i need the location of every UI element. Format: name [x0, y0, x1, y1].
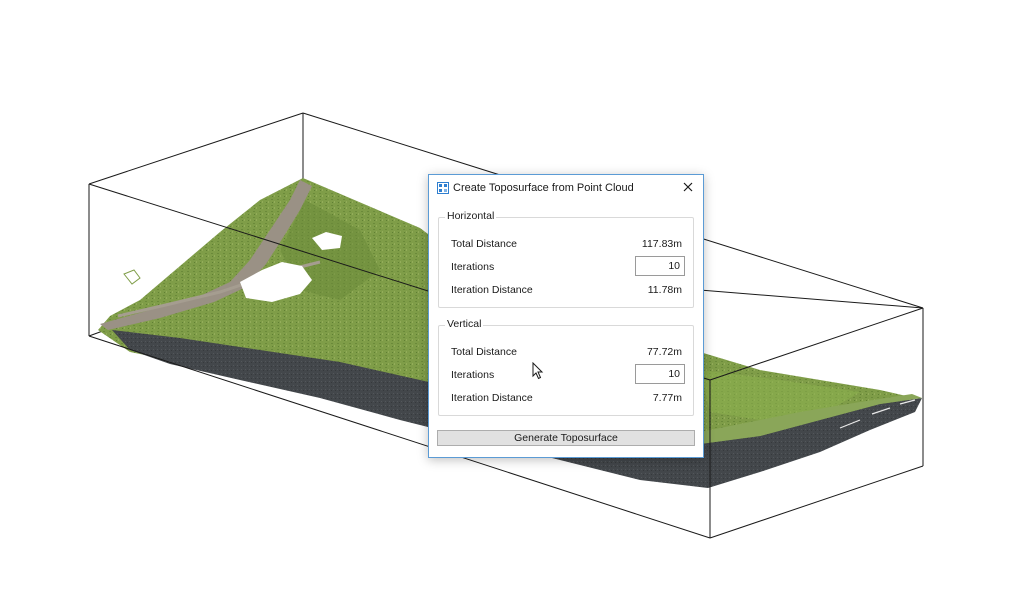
vertical-group: Vertical Total Distance 77.72m Iteration…: [438, 318, 694, 416]
create-toposurface-dialog: Create Toposurface from Point Cloud Hori…: [428, 174, 704, 458]
close-icon[interactable]: [681, 180, 695, 194]
vertical-iterations-label: Iterations: [451, 369, 495, 381]
vertical-iteration-distance-value: 7.77m: [652, 392, 682, 404]
vertical-legend: Vertical: [445, 318, 484, 330]
horizontal-group: Horizontal Total Distance 117.83m Iterat…: [438, 210, 694, 308]
vertical-total-distance-value: 77.72m: [646, 346, 682, 358]
horizontal-total-distance-value: 117.83m: [641, 238, 682, 250]
toposurface-icon: [437, 182, 449, 194]
horizontal-iteration-distance-label: Iteration Distance: [451, 284, 533, 296]
horizontal-legend: Horizontal: [445, 210, 497, 222]
vertical-iterations-input[interactable]: [635, 364, 685, 384]
mouse-cursor-icon: [532, 361, 544, 380]
generate-toposurface-button[interactable]: Generate Toposurface: [437, 430, 695, 446]
vertical-iteration-distance-label: Iteration Distance: [451, 392, 533, 404]
horizontal-total-distance-label: Total Distance: [451, 238, 517, 250]
horizontal-iteration-distance-value: 11.78m: [647, 284, 682, 296]
dialog-title: Create Toposurface from Point Cloud: [453, 182, 634, 194]
horizontal-iterations-label: Iterations: [451, 261, 495, 273]
horizontal-iterations-input[interactable]: [635, 256, 685, 276]
vertical-total-distance-label: Total Distance: [451, 346, 517, 358]
dialog-titlebar[interactable]: Create Toposurface from Point Cloud: [429, 175, 703, 201]
